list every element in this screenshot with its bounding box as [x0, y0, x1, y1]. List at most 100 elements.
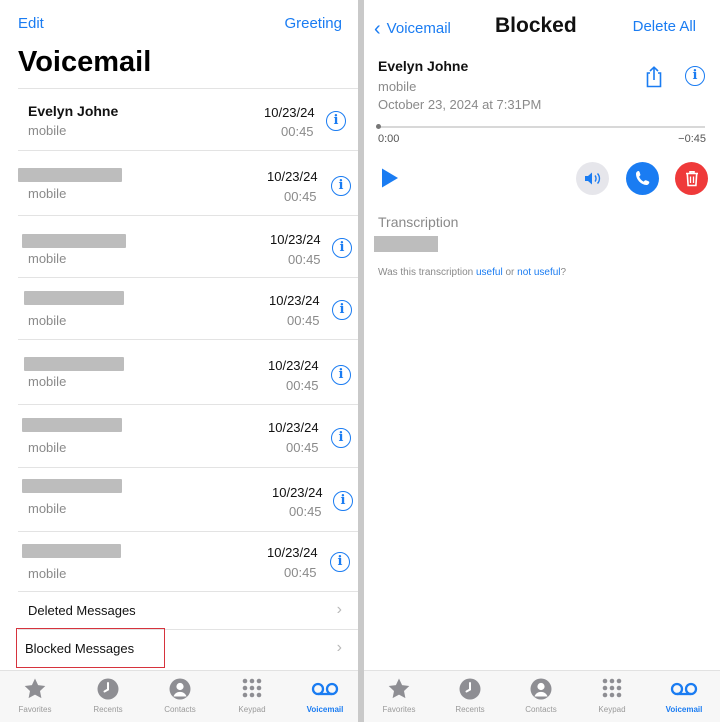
- phone-icon: [636, 171, 650, 185]
- person-icon: [169, 678, 191, 700]
- chevron-right-icon: ›: [336, 601, 342, 618]
- voicemail-duration: 00:45: [284, 565, 317, 580]
- chevron-left-icon: ‹: [374, 18, 381, 40]
- redacted-name: [22, 418, 122, 432]
- tab-voicemail[interactable]: Voicemail: [654, 677, 714, 714]
- remaining-time: −0:45: [678, 133, 706, 145]
- tab-keypad[interactable]: Keypad: [222, 677, 282, 714]
- speaker-button[interactable]: [576, 162, 609, 195]
- tab-contacts[interactable]: Contacts: [150, 677, 210, 714]
- tab-voicemail[interactable]: Voicemail: [295, 677, 355, 714]
- keypad-icon: [602, 678, 622, 698]
- blocked-detail-panel: ‹ Voicemail Blocked Delete All Evelyn Joh…: [364, 0, 720, 722]
- voicemail-duration: 00:45: [288, 252, 321, 267]
- info-icon[interactable]: i: [685, 66, 705, 86]
- trash-icon: [686, 171, 698, 187]
- caller-label: mobile: [378, 79, 417, 94]
- info-icon[interactable]: i: [331, 365, 351, 385]
- deleted-messages-label: Deleted Messages: [28, 603, 136, 618]
- voicemail-date: 10/23/24: [264, 105, 315, 120]
- redacted-name: [18, 168, 122, 182]
- back-button[interactable]: ‹ Voicemail: [374, 16, 451, 40]
- voicemail-duration: 00:45: [289, 504, 322, 519]
- redacted-name: [22, 544, 121, 558]
- voicemail-row[interactable]: mobile 10/23/24 00:45 i: [18, 150, 358, 215]
- caller-label: mobile: [28, 566, 67, 581]
- tab-keypad[interactable]: Keypad: [582, 677, 642, 714]
- caller-label: mobile: [28, 251, 67, 266]
- delete-button[interactable]: [675, 162, 708, 195]
- tab-favorites[interactable]: Favorites: [5, 677, 65, 714]
- caller-label: mobile: [28, 374, 67, 389]
- voicemail-duration: 00:45: [286, 440, 319, 455]
- share-icon[interactable]: [644, 66, 664, 88]
- caller-label: mobile: [28, 123, 67, 138]
- caller-label: mobile: [28, 313, 67, 328]
- voicemail-icon: [311, 682, 339, 696]
- voicemail-list-panel: Edit Greeting Voicemail Evelyn Johne mob…: [0, 0, 358, 722]
- elapsed-time: 0:00: [378, 133, 400, 145]
- tab-contacts[interactable]: Contacts: [511, 677, 571, 714]
- voicemail-row[interactable]: mobile 10/23/24 00:45 i: [18, 277, 358, 339]
- not-useful-link[interactable]: not useful: [517, 267, 560, 278]
- redacted-name: [24, 357, 124, 371]
- scrubber-knob[interactable]: [376, 124, 381, 129]
- info-icon[interactable]: i: [330, 552, 350, 572]
- redacted-transcription: [374, 236, 438, 252]
- playback-scrubber[interactable]: [376, 124, 705, 129]
- voicemail-datetime: October 23, 2024 at 7:31PM: [378, 97, 542, 112]
- speaker-icon: [585, 172, 601, 185]
- greeting-button[interactable]: Greeting: [284, 15, 342, 32]
- tab-favorites[interactable]: Favorites: [369, 677, 429, 714]
- caller-label: mobile: [28, 501, 67, 516]
- voicemail-date: 10/23/24: [270, 232, 321, 247]
- tab-recents[interactable]: Recents: [78, 677, 138, 714]
- voicemail-row[interactable]: Evelyn Johne mobile 10/23/24 00:45 i: [18, 88, 358, 150]
- voicemail-duration: 00:45: [284, 189, 317, 204]
- info-icon[interactable]: i: [332, 238, 352, 258]
- tab-recents[interactable]: Recents: [440, 677, 500, 714]
- page-title: Voicemail: [18, 46, 152, 78]
- voicemail-date: 10/23/24: [269, 293, 320, 308]
- delete-all-button[interactable]: Delete All: [633, 18, 696, 35]
- deleted-messages-row[interactable]: Deleted Messages ›: [18, 591, 358, 629]
- caller-name: Evelyn Johne: [378, 58, 469, 74]
- voicemail-duration: 00:45: [281, 124, 314, 139]
- info-icon[interactable]: i: [326, 111, 346, 131]
- call-back-button[interactable]: [626, 162, 659, 195]
- voicemail-row[interactable]: mobile 10/23/24 00:45 i: [18, 339, 358, 404]
- voicemail-row[interactable]: mobile 10/23/24 00:45 i: [18, 467, 358, 531]
- voicemail-duration: 00:45: [287, 313, 320, 328]
- voicemail-icon: [670, 682, 698, 696]
- redacted-name: [24, 291, 124, 305]
- info-icon[interactable]: i: [331, 428, 351, 448]
- tab-bar: Favorites Recents Contacts Keypad Voicem…: [0, 670, 358, 722]
- voicemail-row[interactable]: mobile 10/23/24 00:45 i: [18, 404, 358, 467]
- voicemail-date: 10/23/24: [268, 420, 319, 435]
- edit-button[interactable]: Edit: [18, 15, 44, 32]
- voicemail-date: 10/23/24: [272, 485, 323, 500]
- tab-bar: Favorites Recents Contacts Keypad Voicem…: [364, 670, 720, 722]
- voicemail-date: 10/23/24: [267, 169, 318, 184]
- useful-link[interactable]: useful: [476, 267, 503, 278]
- caller-label: mobile: [28, 440, 67, 455]
- back-label: Voicemail: [386, 20, 451, 37]
- voicemail-row[interactable]: mobile 10/23/24 00:45 i: [18, 215, 358, 277]
- play-icon[interactable]: [380, 167, 400, 189]
- transcription-heading: Transcription: [378, 214, 459, 230]
- redacted-name: [22, 234, 126, 248]
- transcription-feedback: Was this transcription useful or not use…: [378, 267, 567, 278]
- redacted-name: [22, 479, 122, 493]
- info-icon[interactable]: i: [333, 491, 353, 511]
- clock-icon: [459, 678, 481, 700]
- info-icon[interactable]: i: [332, 300, 352, 320]
- voicemail-date: 10/23/24: [268, 358, 319, 373]
- chevron-right-icon: ›: [336, 639, 342, 656]
- star-icon: [388, 678, 410, 699]
- person-icon: [530, 678, 552, 700]
- caller-label: mobile: [28, 186, 67, 201]
- voicemail-row[interactable]: mobile 10/23/24 00:45 i: [18, 531, 358, 591]
- star-icon: [24, 678, 46, 699]
- keypad-icon: [242, 678, 262, 698]
- info-icon[interactable]: i: [331, 176, 351, 196]
